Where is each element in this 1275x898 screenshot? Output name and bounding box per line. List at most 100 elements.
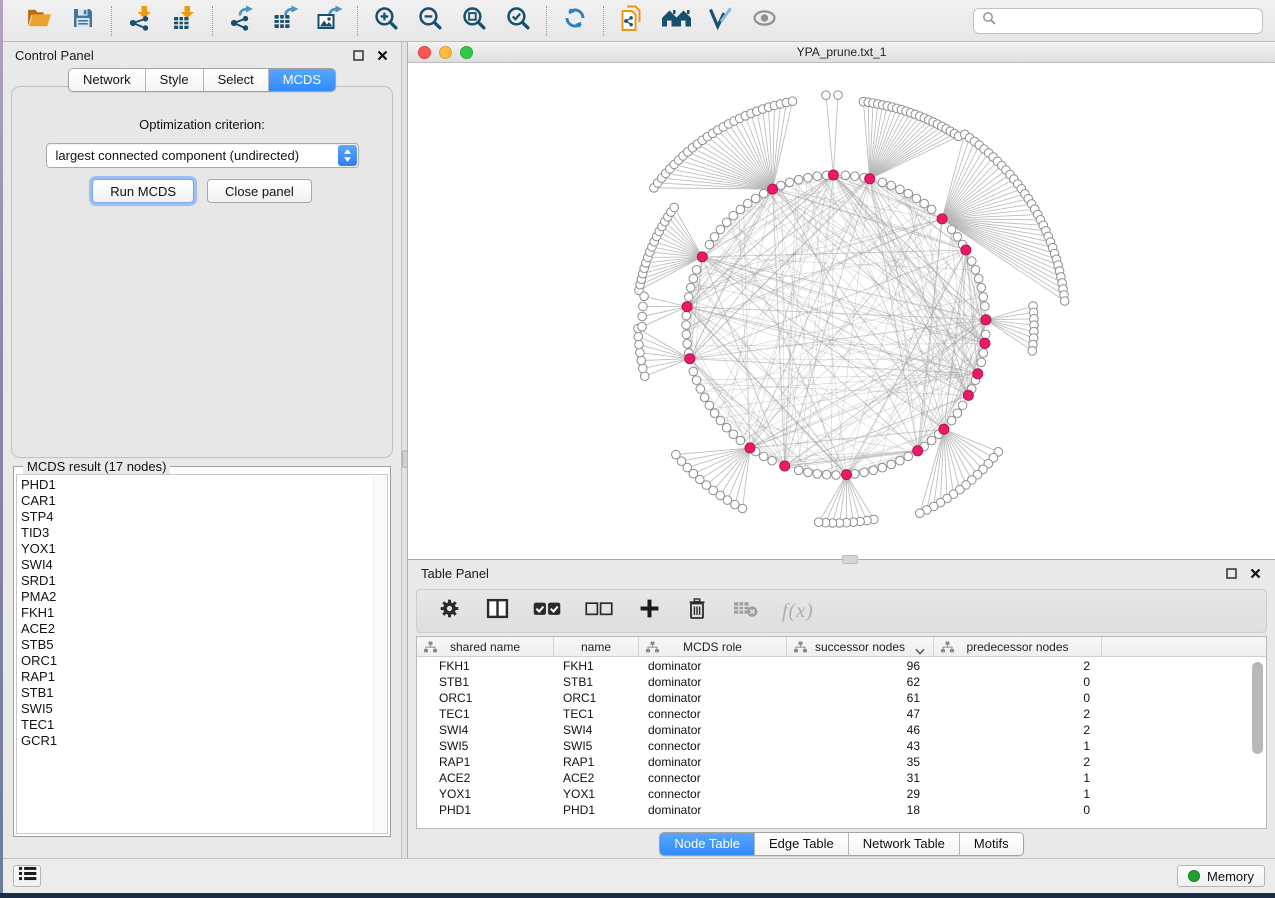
cell-shared-name: PHD1 (417, 803, 554, 817)
tab-mcds[interactable]: MCDS (268, 69, 335, 91)
toolbar-zoom-out-button[interactable] (415, 6, 445, 36)
tab-network[interactable]: Network (69, 69, 145, 91)
toolbar-session-home-button[interactable] (661, 6, 691, 36)
table-row[interactable]: SWI5SWI5connector431 (417, 738, 1266, 754)
window-zoom-traffic-light[interactable] (460, 46, 473, 59)
table-row[interactable]: FKH1FKH1dominator962 (417, 658, 1266, 674)
mcds-result-item[interactable]: SWI5 (21, 701, 371, 717)
search-icon (982, 11, 996, 30)
table-row[interactable]: PHD1PHD1dominator180 (417, 802, 1266, 818)
search-box[interactable] (973, 8, 1263, 34)
mcds-result-item[interactable]: GCR1 (21, 733, 371, 749)
open-icon (26, 5, 53, 36)
import-network-icon (127, 5, 154, 37)
horizontal-splitter-handle[interactable] (842, 555, 858, 564)
tab-motifs[interactable]: Motifs (959, 833, 1023, 855)
toolbar-zoom-in-button[interactable] (371, 6, 401, 36)
toolbar-refresh-button[interactable] (560, 6, 590, 36)
toolbar-save-button[interactable] (68, 6, 98, 36)
mcds-result-item[interactable]: PMA2 (21, 589, 371, 605)
control-panel-close-button[interactable] (376, 49, 389, 62)
table-row[interactable]: SWI4SWI4dominator462 (417, 722, 1266, 738)
column-header-MCDS-role[interactable]: MCDS role (639, 637, 787, 656)
vertical-splitter[interactable] (401, 42, 408, 858)
search-input[interactable] (1002, 13, 1254, 28)
cell-name: SWI5 (554, 739, 639, 753)
table-row[interactable]: STB1STB1dominator620 (417, 674, 1266, 690)
tab-style[interactable]: Style (145, 69, 203, 91)
tab-network-table[interactable]: Network Table (848, 833, 959, 855)
toolbar-export-table-button[interactable] (270, 6, 300, 36)
cell-predecessor-nodes: 1 (934, 771, 1102, 785)
table-toolbar-select-all-button[interactable] (533, 597, 561, 625)
table-row[interactable]: TEC1TEC1connector472 (417, 706, 1266, 722)
shared-column-icon (794, 641, 807, 656)
mcds-result-item[interactable]: YOX1 (21, 541, 371, 557)
tab-node-table[interactable]: Node Table (660, 833, 754, 855)
column-header-name[interactable]: name (554, 637, 639, 656)
toolbar-zoom-fit-button[interactable] (459, 6, 489, 36)
memory-button[interactable]: Memory (1177, 865, 1265, 887)
mcds-result-scrollbar[interactable] (373, 476, 386, 832)
mcds-result-item[interactable]: STB5 (21, 637, 371, 653)
tab-edge-table[interactable]: Edge Table (754, 833, 848, 855)
table-toolbar-delete-column-button[interactable] (685, 597, 709, 625)
mcds-result-group: MCDS result (17 nodes) PHD1CAR1STP4TID3Y… (13, 466, 391, 837)
table-row[interactable]: ACE2ACE2connector311 (417, 770, 1266, 786)
mcds-result-item[interactable]: TID3 (21, 525, 371, 541)
table-row[interactable]: RAP1RAP1dominator352 (417, 754, 1266, 770)
table-scrollbar-thumb[interactable] (1252, 662, 1263, 754)
table-row[interactable]: ORC1ORC1dominator610 (417, 690, 1266, 706)
table-toolbar-split-view-button[interactable] (485, 597, 509, 625)
control-panel-title: Control Panel (15, 48, 94, 63)
table-toolbar-settings-button[interactable] (437, 597, 461, 625)
column-header-predecessor-nodes[interactable]: predecessor nodes (934, 637, 1102, 656)
toolbar-zoom-selected-button[interactable] (503, 6, 533, 36)
status-bar: Memory (3, 858, 1275, 893)
column-header-shared-name[interactable]: shared name (417, 637, 554, 656)
table-row[interactable]: YOX1YOX1connector291 (417, 786, 1266, 802)
toolbar-hide-selected-eye-button[interactable] (749, 6, 779, 36)
toolbar-import-network-button[interactable] (125, 6, 155, 36)
window-close-traffic-light[interactable] (418, 46, 431, 59)
tab-select[interactable]: Select (203, 69, 268, 91)
table-scrollbar[interactable] (1252, 660, 1263, 820)
zoom-in-icon (373, 5, 400, 37)
mcds-result-item[interactable]: ORC1 (21, 653, 371, 669)
mcds-result-item[interactable]: STB1 (21, 685, 371, 701)
cell-name: ORC1 (554, 691, 639, 705)
run-mcds-button[interactable]: Run MCDS (92, 179, 194, 203)
close-panel-button[interactable]: Close panel (207, 179, 312, 203)
mcds-result-list[interactable]: PHD1CAR1STP4TID3YOX1SWI4SRD1PMA2FKH1ACE2… (16, 474, 388, 834)
toolbar-export-image-button[interactable] (314, 6, 344, 36)
cell-mcds-role: connector (639, 787, 787, 801)
main-toolbar-groups (11, 6, 792, 36)
mcds-result-item[interactable]: CAR1 (21, 493, 371, 509)
toolbar-open-button[interactable] (24, 6, 54, 36)
mcds-result-item[interactable]: FKH1 (21, 605, 371, 621)
table-panel-close-button[interactable] (1249, 567, 1262, 580)
export-image-icon (316, 5, 343, 37)
toolbar-import-table-button[interactable] (169, 6, 199, 36)
column-header-successor-nodes[interactable]: successor nodes (787, 637, 934, 656)
mcds-result-item[interactable]: ACE2 (21, 621, 371, 637)
mcds-result-item[interactable]: TEC1 (21, 717, 371, 733)
cell-predecessor-nodes: 0 (934, 675, 1102, 689)
network-canvas[interactable] (408, 63, 1275, 559)
toolbar-vizmapper-button[interactable] (705, 6, 735, 36)
mcds-result-item[interactable]: SRD1 (21, 573, 371, 589)
mcds-result-item[interactable]: STP4 (21, 509, 371, 525)
mcds-result-item[interactable]: RAP1 (21, 669, 371, 685)
task-history-button[interactable] (13, 865, 41, 887)
network-window-titlebar[interactable]: YPA_prune.txt_1 (408, 42, 1275, 63)
mcds-result-item[interactable]: SWI4 (21, 557, 371, 573)
table-toolbar-deselect-all-button[interactable] (585, 597, 613, 625)
toolbar-export-network-button[interactable] (226, 6, 256, 36)
control-panel-float-button[interactable] (352, 49, 365, 62)
toolbar-share-document-button[interactable] (617, 6, 647, 36)
mcds-result-item[interactable]: PHD1 (21, 477, 371, 493)
window-minimize-traffic-light[interactable] (439, 46, 452, 59)
table-panel-float-button[interactable] (1225, 567, 1238, 580)
table-toolbar-add-column-button[interactable] (637, 597, 661, 625)
optimization-criterion-select[interactable]: largest connected component (undirected) (46, 143, 359, 168)
